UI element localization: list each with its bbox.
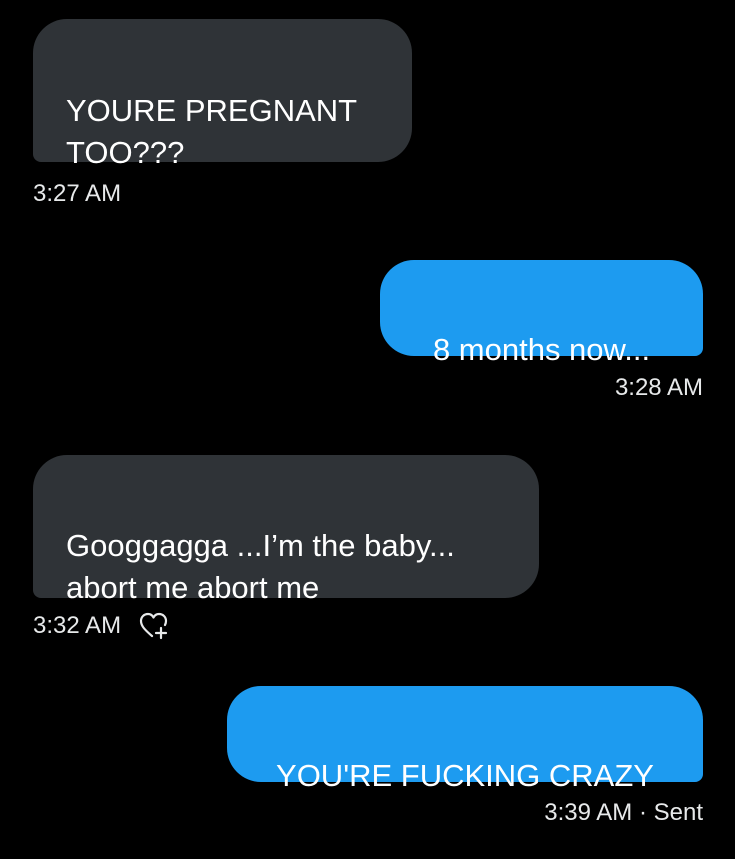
- message-timestamp: 3:39 AM · Sent: [544, 799, 703, 826]
- message-timestamp: 3:27 AM: [33, 180, 122, 207]
- message-bubble-sent[interactable]: YOU'RE FUCKING CRAZY: [227, 686, 703, 793]
- message-text: Googgagga ...I’m the baby... abort me ab…: [66, 528, 455, 605]
- message-bubble-received[interactable]: YOURE PREGNANT TOO???: [33, 19, 412, 170]
- message-bubble-sent[interactable]: 8 months now...: [380, 260, 703, 367]
- message-text: YOU'RE FUCKING CRAZY: [276, 758, 654, 793]
- message-text: 8 months now...: [432, 332, 651, 367]
- message-bubble-received[interactable]: Googgagga ...I’m the baby... abort me ab…: [33, 455, 539, 605]
- heart-plus-icon[interactable]: [139, 612, 169, 640]
- message-meta-row: 3:32 AM: [33, 612, 169, 640]
- message-timestamp: 3:28 AM: [614, 374, 703, 401]
- message-text: YOURE PREGNANT TOO???: [66, 93, 358, 170]
- message-timestamp: 3:32 AM: [33, 612, 122, 639]
